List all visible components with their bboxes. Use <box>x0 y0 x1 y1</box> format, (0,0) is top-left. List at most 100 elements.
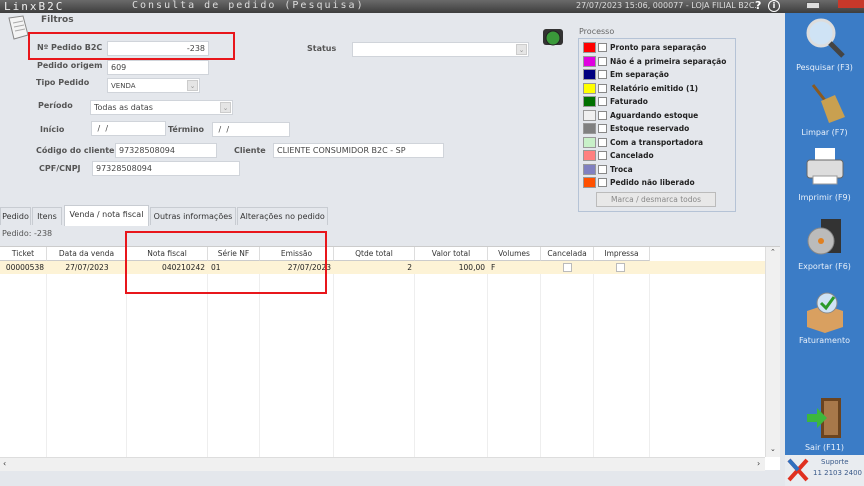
termino-input[interactable]: / / <box>212 122 290 137</box>
column-header[interactable]: Impressa <box>594 247 650 261</box>
processo-item[interactable]: Troca <box>583 163 633 175</box>
faturamento-label: Faturamento <box>799 336 850 345</box>
traffic-light-icon <box>541 25 565 49</box>
scroll-right-icon[interactable]: › <box>757 459 760 468</box>
processo-item[interactable]: Pronto para separação <box>583 42 706 53</box>
processo-item[interactable]: Em separação <box>583 69 669 80</box>
pesquisar-button[interactable]: Pesquisar (F3) <box>785 16 864 72</box>
tab-itens[interactable]: Itens <box>32 207 62 225</box>
tab-venda-nota-fiscal[interactable]: Venda / nota fiscal <box>64 205 149 226</box>
pedido-origem-input[interactable]: 609 <box>107 60 209 75</box>
column-header[interactable]: Valor total <box>415 247 488 261</box>
sair-label: Sair (F11) <box>804 443 845 452</box>
cell-qtde: 2 <box>407 263 412 272</box>
checkbox[interactable] <box>598 56 607 66</box>
close-button[interactable] <box>838 0 864 8</box>
inicio-input[interactable]: / / <box>91 121 166 136</box>
cpf-label: CPF/CNPJ <box>39 164 81 173</box>
processo-item[interactable]: Estoque reservado <box>583 123 689 134</box>
checkbox[interactable] <box>598 137 607 147</box>
color-swatch <box>583 136 596 148</box>
sair-button[interactable]: Sair (F11) <box>785 396 864 452</box>
vertical-scrollbar[interactable]: ⌃ ⌄ <box>765 247 780 457</box>
checkbox[interactable] <box>598 151 607 160</box>
scroll-left-icon[interactable]: ‹ <box>3 459 6 468</box>
processo-item[interactable]: Relatório emitido (1) <box>583 82 698 94</box>
processo-item[interactable]: Não é a primeira separação <box>583 55 727 67</box>
window-title: Consulta de pedido (Pesquisa) <box>132 0 365 11</box>
checkbox[interactable] <box>598 178 607 187</box>
imprimir-button[interactable]: Imprimir (F9) <box>785 146 864 202</box>
exportar-label: Exportar (F6) <box>798 262 851 271</box>
cell-ticket: 00000538 <box>5 263 44 272</box>
processo-item[interactable]: Pedido não liberado <box>583 177 695 188</box>
pesquisar-label: Pesquisar (F3) <box>796 63 853 72</box>
codigo-cliente-label: Código do cliente <box>36 146 115 155</box>
column-header[interactable]: Cancelada <box>541 247 594 261</box>
processo-item-label: Pronto para separação <box>610 43 707 52</box>
processo-item[interactable]: Faturado <box>583 96 648 107</box>
horizontal-scrollbar[interactable]: ‹ › <box>0 457 765 471</box>
impressa-checkbox[interactable] <box>616 263 625 272</box>
action-sidebar: Pesquisar (F3) Limpar (F7) Imprimir (F9)… <box>785 13 864 455</box>
limpar-button[interactable]: Limpar (F7) <box>785 81 864 137</box>
column-divider <box>414 261 415 457</box>
mark-all-button[interactable]: Marca / desmarca todos <box>596 192 716 207</box>
cpf-input[interactable]: 97328508094 <box>92 161 240 176</box>
chevron-down-icon: ⌄ <box>516 44 527 55</box>
highlight-box <box>125 231 327 294</box>
checkbox[interactable] <box>598 43 607 52</box>
checkbox[interactable] <box>598 110 607 120</box>
checkbox[interactable] <box>598 97 607 106</box>
processo-item-label: Em separação <box>610 70 669 79</box>
session-info: 27/07/2023 15:06, 000077 - LOJA FILIAL B… <box>576 1 757 10</box>
support-label: Suporte <box>821 458 849 466</box>
processo-item-label: Não é a primeira separação <box>610 56 727 66</box>
checkbox[interactable] <box>598 70 607 79</box>
checkbox[interactable] <box>598 164 607 174</box>
pedido-b2c-input[interactable]: -238 <box>107 41 209 56</box>
cliente-input[interactable]: CLIENTE CONSUMIDOR B2C - SP <box>273 143 444 158</box>
exportar-button[interactable]: Exportar (F6) <box>785 215 864 271</box>
tab-altera-es-no-pedido[interactable]: Alterações no pedido <box>237 207 328 225</box>
processo-group: Pronto para separação Não é a primeira se… <box>578 38 736 212</box>
cell-valor: 100,00 <box>458 263 485 272</box>
support-phone: 11 2103 2400 <box>813 469 862 477</box>
pedido-info: Pedido: -238 <box>2 229 53 238</box>
table-row[interactable]: 00000538 27/07/2023 040210242 01 27/07/2023 2… <box>0 261 765 274</box>
door-exit-icon <box>806 398 841 438</box>
checkbox[interactable] <box>598 124 607 133</box>
codigo-cliente-input[interactable]: 97328508094 <box>115 143 217 158</box>
printer-icon <box>806 148 843 185</box>
processo-item-label: Aguardando estoque <box>610 110 699 120</box>
processo-item-label: Com a transportadora <box>610 137 704 147</box>
faturamento-button[interactable]: Faturamento <box>785 289 864 345</box>
cancelada-checkbox[interactable] <box>563 263 572 272</box>
scroll-up-icon[interactable]: ⌃ <box>770 248 776 256</box>
processo-item[interactable]: Com a transportadora <box>583 136 704 148</box>
tab-pedido[interactable]: Pedido <box>0 207 31 225</box>
processo-item[interactable]: Cancelado <box>583 150 654 161</box>
pedido-origem-label: Pedido origem <box>37 61 103 70</box>
column-header[interactable]: Volumes <box>488 247 541 261</box>
help-icon[interactable]: ? <box>755 0 761 12</box>
status-select[interactable]: ⌄ <box>352 42 529 57</box>
tab-outras-informa-es[interactable]: Outras informações <box>150 207 236 225</box>
tipo-pedido-select[interactable]: VENDA ⌄ <box>107 78 200 93</box>
column-header[interactable]: Qtde total <box>334 247 415 261</box>
periodo-select[interactable]: Todas as datas ⌄ <box>90 100 233 115</box>
processo-item[interactable]: Aguardando estoque <box>583 109 699 121</box>
column-header[interactable]: Ticket <box>0 247 47 261</box>
scroll-down-icon[interactable]: ⌄ <box>770 445 776 453</box>
linx-logo-icon <box>787 458 809 482</box>
color-swatch <box>583 150 596 161</box>
periodo-value: Todas as datas <box>94 103 153 112</box>
status-label: Status <box>307 44 337 53</box>
column-header[interactable]: Data da venda <box>47 247 127 261</box>
minimize-button[interactable] <box>806 2 820 9</box>
imprimir-label: Imprimir (F9) <box>798 193 851 202</box>
magnifier-icon <box>806 18 845 58</box>
checkbox[interactable] <box>598 83 607 93</box>
inicio-label: Início <box>40 125 65 134</box>
info-icon[interactable]: i <box>768 0 780 12</box>
